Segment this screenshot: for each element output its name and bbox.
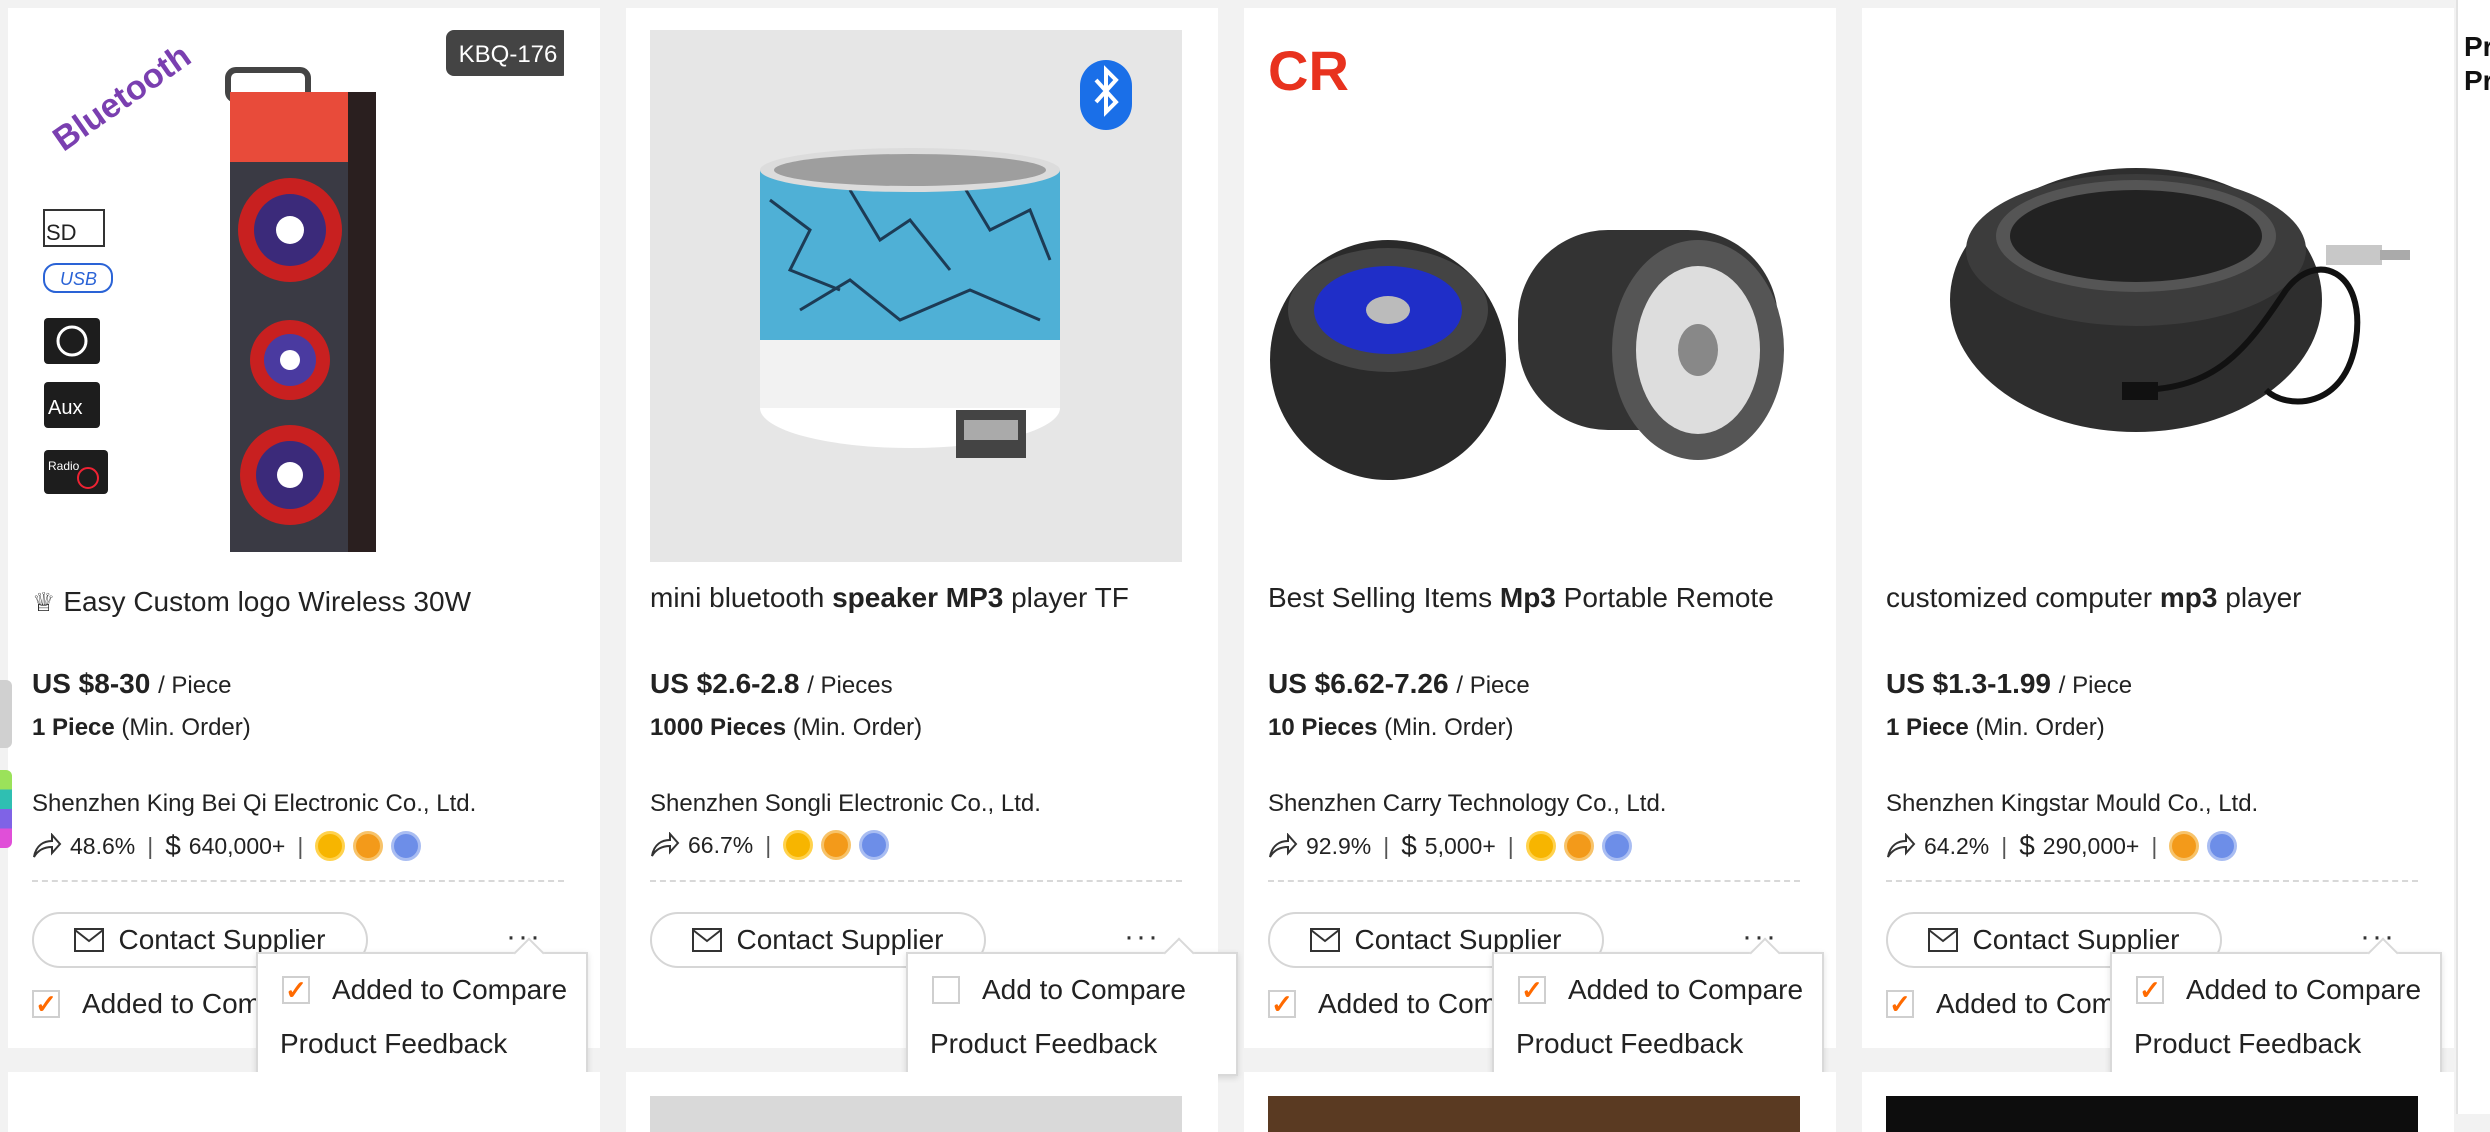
- compare-checkbox[interactable]: [1268, 990, 1296, 1018]
- response-rate: 92.9%: [1306, 832, 1372, 859]
- trade-assurance-icon: [1563, 831, 1594, 861]
- verified-icon: [859, 830, 890, 860]
- popup-compare-checkbox[interactable]: [2136, 976, 2164, 1004]
- next-product-card[interactable]: [1244, 1072, 1836, 1132]
- popup-compare-checkbox[interactable]: [282, 976, 310, 1004]
- product-title[interactable]: ♕ Easy Custom logo Wireless 30W: [32, 586, 471, 618]
- svg-text:USB: USB: [60, 269, 97, 289]
- product-title[interactable]: Best Selling Items Mp3 Portable Remote: [1268, 582, 1774, 614]
- revenue: 640,000+: [188, 832, 286, 859]
- next-product-card[interactable]: [8, 1072, 600, 1132]
- product-card[interactable]: Bluetooth SD USB Aux Radio KBQ-176 ♕ Eas…: [8, 8, 600, 1048]
- envelope-icon: [74, 928, 105, 952]
- min-order: 1 Piece (Min. Order): [32, 714, 251, 741]
- dollar-icon: $: [2019, 830, 2035, 861]
- next-product-card[interactable]: [1862, 1072, 2454, 1132]
- divider: [32, 880, 564, 882]
- product-feedback-link[interactable]: Product Feedback: [280, 1028, 507, 1060]
- price: US $6.62-7.26 / Piece: [1268, 668, 1530, 699]
- popup-compare-option[interactable]: Added to Compare: [282, 974, 567, 1006]
- envelope-icon: [1928, 928, 1959, 952]
- verified-icon: [1601, 831, 1632, 861]
- side-scroll-tab[interactable]: [0, 680, 12, 748]
- response-rate: 48.6%: [70, 832, 136, 859]
- divider: [1268, 880, 1800, 882]
- product-feedback-link[interactable]: Product Feedback: [2134, 1028, 2361, 1060]
- supplier-name[interactable]: Shenzhen Kingstar Mould Co., Ltd.: [1886, 790, 2258, 818]
- trade-assurance-icon: [821, 830, 852, 860]
- gold-supplier-icon: [783, 830, 814, 860]
- svg-text:SD: SD: [46, 220, 77, 245]
- dollar-icon: $: [165, 830, 181, 861]
- revenue: 290,000+: [2042, 832, 2140, 859]
- tire-speaker-left: [1270, 240, 1506, 480]
- more-options-popup: Added to Compare Product Feedback: [1492, 937, 1824, 1076]
- supplier-metrics: 66.7% |: [650, 830, 897, 860]
- color-palette-tab[interactable]: [0, 770, 12, 848]
- trade-assurance-icon: [2169, 831, 2200, 861]
- side-panel-text: Pr Pr: [2464, 31, 2490, 96]
- brand-logo: CR: [1268, 39, 1349, 102]
- supplier-name[interactable]: Shenzhen King Bei Qi Electronic Co., Ltd…: [32, 790, 476, 818]
- product-card[interactable]: mini bluetooth speaker MP3 player TF US …: [626, 8, 1218, 1048]
- supplier-metrics: 64.2% | $ 290,000+ |: [1886, 830, 2245, 862]
- model-tag: KBQ-176: [459, 41, 558, 68]
- product-title[interactable]: mini bluetooth speaker MP3 player TF: [650, 582, 1129, 614]
- revenue: 5,000+: [1424, 832, 1496, 859]
- share-arrow-icon: [1887, 833, 1916, 858]
- more-options-popup: Added to Compare Product Feedback: [256, 937, 588, 1076]
- price: US $2.6-2.8 / Pieces: [650, 668, 893, 699]
- svg-text:Aux: Aux: [48, 397, 82, 419]
- more-options-button[interactable]: ···: [1124, 920, 1160, 954]
- popup-compare-option[interactable]: Added to Compare: [1518, 974, 1803, 1006]
- compare-checkbox[interactable]: [32, 990, 60, 1018]
- response-rate: 66.7%: [688, 831, 754, 858]
- min-order: 1 Piece (Min. Order): [1886, 714, 2105, 741]
- popup-compare-option[interactable]: Add to Compare: [932, 974, 1186, 1006]
- popup-compare-checkbox[interactable]: [1518, 976, 1546, 1004]
- divider: [1886, 880, 2418, 882]
- product-feedback-link[interactable]: Product Feedback: [1516, 1028, 1743, 1060]
- supplier-name[interactable]: Shenzhen Songli Electronic Co., Ltd.: [650, 790, 1041, 818]
- more-options-popup: Add to Compare Product Feedback: [906, 937, 1238, 1076]
- supplier-name[interactable]: Shenzhen Carry Technology Co., Ltd.: [1268, 790, 1666, 818]
- envelope-icon: [1310, 928, 1341, 952]
- response-rate: 64.2%: [1924, 832, 1990, 859]
- price: US $8-30 / Piece: [32, 668, 232, 699]
- gold-supplier-icon: [315, 831, 346, 861]
- gold-supplier-icon: [1525, 831, 1556, 861]
- crown-icon: ♕: [32, 587, 56, 617]
- product-image[interactable]: [650, 30, 1182, 562]
- svg-text:Radio: Radio: [48, 459, 80, 473]
- popup-compare-checkbox[interactable]: [932, 976, 960, 1004]
- price: US $1.3-1.99 / Piece: [1886, 668, 2133, 699]
- product-card[interactable]: customized computer mp3 player US $1.3-1…: [1862, 8, 2454, 1048]
- product-image[interactable]: CR: [1268, 30, 1800, 562]
- min-order: 10 Pieces (Min. Order): [1268, 714, 1514, 741]
- verified-icon: [391, 831, 422, 861]
- product-feedback-link[interactable]: Product Feedback: [930, 1028, 1157, 1060]
- product-image[interactable]: Bluetooth SD USB Aux Radio KBQ-176: [32, 30, 564, 562]
- product-grid: Bluetooth SD USB Aux Radio KBQ-176 ♕ Eas…: [0, 0, 2456, 1132]
- divider: [650, 880, 1182, 882]
- product-image[interactable]: [1886, 30, 2418, 562]
- product-card[interactable]: CR Best Selling Items Mp3 Portable Remot…: [1244, 8, 1836, 1048]
- envelope-icon: [692, 928, 723, 952]
- compare-checkbox[interactable]: [1886, 990, 1914, 1018]
- right-side-panel: Pr Pr: [2456, 0, 2490, 1114]
- more-options-popup: Added to Compare Product Feedback: [2110, 937, 2442, 1076]
- share-arrow-icon: [1269, 833, 1298, 858]
- supplier-metrics: 92.9% | $ 5,000+ |: [1268, 830, 1640, 862]
- share-arrow-icon: [33, 833, 62, 858]
- share-arrow-icon: [651, 832, 680, 857]
- product-title[interactable]: customized computer mp3 player: [1886, 582, 2302, 614]
- popup-compare-option[interactable]: Added to Compare: [2136, 974, 2421, 1006]
- next-product-card[interactable]: [626, 1072, 1218, 1132]
- verified-icon: [2207, 831, 2238, 861]
- trade-assurance-icon: [353, 831, 384, 861]
- min-order: 1000 Pieces (Min. Order): [650, 714, 923, 741]
- supplier-metrics: 48.6% | $ 640,000+ |: [32, 830, 429, 862]
- speaker-product: [225, 67, 376, 552]
- dollar-icon: $: [1401, 830, 1417, 861]
